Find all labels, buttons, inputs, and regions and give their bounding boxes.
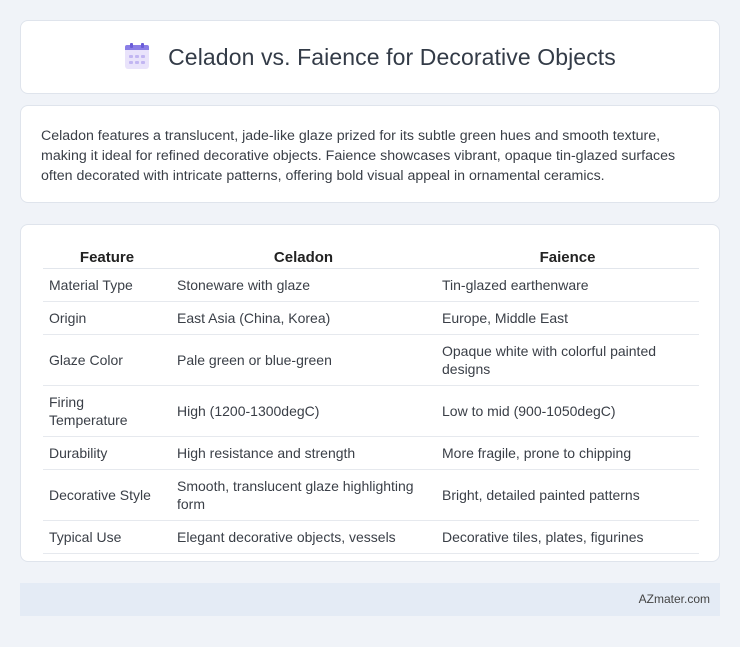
table-cell: East Asia (China, Korea) xyxy=(171,301,436,335)
table-cell: Origin xyxy=(43,301,171,335)
table-header-row: Feature Celadon Faience xyxy=(43,245,699,269)
table-row: Glaze Color Pale green or blue-green Opa… xyxy=(43,334,699,386)
table-row: Material Type Stoneware with glaze Tin-g… xyxy=(43,268,699,302)
table-card: Feature Celadon Faience Material Type St… xyxy=(20,224,720,562)
table-cell: More fragile, prone to chipping xyxy=(436,436,699,470)
table-row: Origin East Asia (China, Korea) Europe, … xyxy=(43,301,699,335)
table-cell: Stoneware with glaze xyxy=(171,268,436,302)
table-cell: High resistance and strength xyxy=(171,436,436,470)
table-cell: Europe, Middle East xyxy=(436,301,699,335)
table-cell: Decorative Style xyxy=(43,469,171,521)
footer: AZmater.com xyxy=(20,583,720,616)
table-cell: Opaque white with colorful painted desig… xyxy=(436,334,699,386)
intro-text: Celadon features a translucent, jade-lik… xyxy=(41,128,676,184)
table-cell: Durability xyxy=(43,436,171,470)
table-cell: Firing Temperature xyxy=(43,385,171,437)
comparison-table: Feature Celadon Faience Material Type St… xyxy=(43,245,699,554)
table-cell: Glaze Color xyxy=(43,334,171,386)
table-cell: Bright, detailed painted patterns xyxy=(436,469,699,521)
table-cell: Low to mid (900-1050degC) xyxy=(436,385,699,437)
page-title: Celadon vs. Faience for Decorative Objec… xyxy=(168,43,616,70)
table-row: Durability High resistance and strength … xyxy=(43,436,699,470)
header-feature: Feature xyxy=(43,245,171,269)
table-cell: Decorative tiles, plates, figurines xyxy=(436,520,699,554)
table-row: Typical Use Elegant decorative objects, … xyxy=(43,520,699,554)
footer-site-link[interactable]: AZmater.com xyxy=(639,592,710,606)
intro-card: Celadon features a translucent, jade-lik… xyxy=(20,105,720,203)
table-cell: Elegant decorative objects, vessels xyxy=(171,520,436,554)
table-cell: High (1200-1300degC) xyxy=(171,385,436,437)
table-cell: Tin-glazed earthenware xyxy=(436,268,699,302)
table-cell: Material Type xyxy=(43,268,171,302)
title-card: Celadon vs. Faience for Decorative Objec… xyxy=(20,20,720,94)
table-cell: Pale green or blue-green xyxy=(171,334,436,386)
header-faience: Faience xyxy=(436,245,699,269)
title-wrap: Celadon vs. Faience for Decorative Objec… xyxy=(124,43,616,71)
table-cell: Smooth, translucent glaze highlighting f… xyxy=(171,469,436,521)
header-celadon: Celadon xyxy=(171,245,436,269)
table-cell: Typical Use xyxy=(43,520,171,554)
calendar-icon xyxy=(124,43,150,69)
table-row: Firing Temperature High (1200-1300degC) … xyxy=(43,385,699,437)
table-row: Decorative Style Smooth, translucent gla… xyxy=(43,469,699,521)
